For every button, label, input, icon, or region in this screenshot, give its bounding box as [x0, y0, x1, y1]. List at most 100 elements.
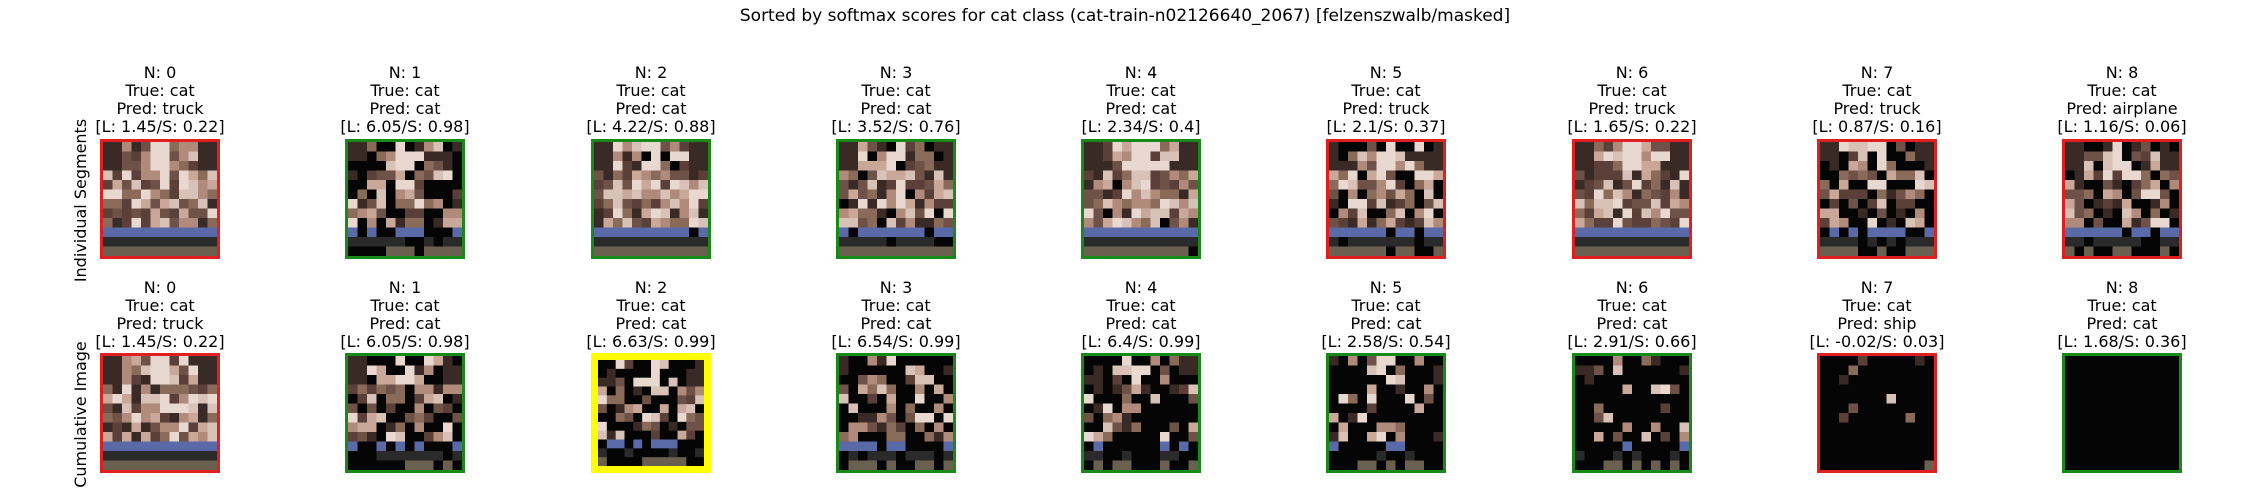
image-pixel: [1877, 142, 1887, 152]
image-pixel: [141, 403, 151, 414]
image-pixel: [414, 227, 425, 238]
image-pixel: [886, 413, 897, 423]
image-pixel: [1376, 460, 1387, 470]
image-pixel: [395, 161, 406, 171]
image-pixel: [1848, 356, 1859, 366]
image-pixel: [2131, 403, 2142, 414]
image-pixel: [1122, 237, 1132, 247]
image-pixel: [395, 142, 406, 152]
image-pixel: [348, 365, 358, 376]
image-pixel: [1924, 356, 1934, 366]
image-pixel: [886, 151, 897, 162]
image-pixel: [2074, 375, 2085, 385]
image-pixel: [424, 246, 434, 256]
image-thumbnail: [591, 353, 711, 473]
image-pixel: [2074, 227, 2085, 238]
image-pixel: [1414, 180, 1425, 190]
image-pixel: [1122, 356, 1132, 366]
image-pixel: [934, 161, 944, 171]
image-pixel: [1867, 218, 1878, 228]
image-pixel: [1632, 365, 1642, 376]
image-pixel: [1613, 365, 1623, 376]
image-pixel: [686, 457, 696, 466]
image-pixel: [632, 151, 642, 162]
image-pixel: [2160, 375, 2170, 385]
image-pixel: [2103, 356, 2113, 366]
image-pixel: [443, 246, 453, 256]
image-pixel: [1584, 142, 1595, 152]
image-pixel: [169, 384, 180, 395]
image-pixel: [642, 421, 652, 431]
image-pixel: [622, 227, 633, 238]
image-pixel: [452, 422, 462, 433]
image-pixel: [2112, 413, 2123, 423]
image-pixel: [1329, 441, 1339, 452]
image-pixel: [924, 413, 935, 423]
image-pixel: [1584, 161, 1595, 171]
image-pixel: [1424, 151, 1434, 162]
image-pixel: [1905, 365, 1916, 376]
image-pixel: [1905, 356, 1916, 366]
image-pixel: [207, 208, 217, 219]
image-pixel: [915, 451, 925, 461]
image-pixel: [1386, 189, 1396, 200]
image-pixel: [886, 451, 897, 461]
panel-title-line4: [L: -0.02/S: 0.03]: [1809, 332, 1945, 351]
image-pixel: [188, 365, 199, 376]
image-pixel: [1820, 227, 1830, 238]
image-pixel: [348, 180, 358, 190]
image-pixel: [2122, 246, 2132, 256]
image-pixel: [2065, 403, 2075, 414]
image-pixel: [1188, 356, 1198, 366]
image-pixel: [2103, 161, 2113, 171]
image-pixel: [424, 441, 434, 452]
image-pixel: [386, 422, 396, 433]
image-pixel: [112, 451, 123, 461]
image-pixel: [1405, 441, 1415, 452]
image-pixel: [1905, 413, 1916, 423]
image-pixel: [1660, 142, 1671, 152]
image-pixel: [1603, 384, 1614, 395]
image-pixel: [1405, 413, 1415, 423]
image-pixel: [659, 386, 669, 396]
image-pixel: [122, 375, 132, 385]
image-pixels: [594, 142, 708, 256]
image-pixel: [615, 360, 625, 370]
image-pixel: [2122, 460, 2132, 470]
image-pixel: [367, 375, 377, 385]
image-pixel: [1839, 189, 1849, 200]
image-pixel: [1131, 189, 1142, 200]
image-pixel: [112, 161, 123, 171]
image-pixel: [1886, 246, 1897, 256]
panel-title: N: 3 True: cat Pred: cat [L: 3.52/S: 0.76]: [776, 64, 1016, 136]
image-pixel: [443, 142, 453, 152]
image-pixel: [357, 441, 368, 452]
image-pixel: [122, 460, 132, 470]
image-pixel: [1131, 384, 1142, 395]
image-pixel: [405, 208, 415, 219]
image-pixel: [632, 161, 642, 171]
image-pixel: [1820, 460, 1830, 470]
image-pixel: [915, 403, 925, 414]
image-pixel: [1160, 432, 1170, 442]
image-pixel: [2169, 365, 2179, 376]
image-pixel: [2160, 237, 2170, 247]
image-pixel: [131, 180, 142, 190]
image-pixel: [2122, 199, 2132, 209]
image-pixel: [1924, 460, 1934, 470]
image-pixel: [622, 189, 633, 200]
image-pixel: [1405, 460, 1415, 470]
image-pixel: [1867, 460, 1878, 470]
image-pixel: [2084, 237, 2094, 247]
image-pixel: [594, 161, 604, 171]
image-pixel: [1584, 180, 1595, 190]
image-pixel: [367, 451, 377, 461]
image-pixel: [613, 180, 623, 190]
image-pixel: [1584, 170, 1595, 181]
image-pixel: [443, 365, 453, 376]
image-pixel: [2074, 237, 2085, 247]
image-pixel: [1848, 451, 1859, 461]
image-pixel: [1670, 246, 1680, 256]
panel-title-line1: N: 4: [1124, 278, 1158, 297]
image-pixel: [1179, 218, 1189, 228]
